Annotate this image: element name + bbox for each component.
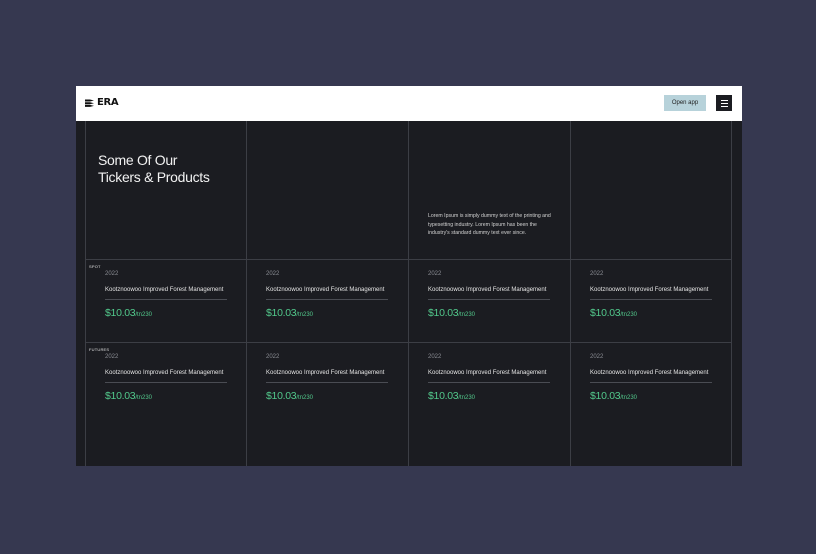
hamburger-menu-icon-bar <box>720 102 728 104</box>
grid-divider <box>85 121 86 466</box>
card-price-unit: /tn230 <box>458 311 476 318</box>
open-app-button[interactable]: Open app <box>664 95 706 111</box>
grid-divider <box>408 121 409 466</box>
card-product-name: Kootznoowoo Improved Forest Management <box>590 287 709 293</box>
section-title-line-1: Some Of Our <box>98 152 178 168</box>
card-price: $10.03/tn230 <box>105 307 227 319</box>
card-price: $10.03/tn230 <box>266 307 388 319</box>
card-price-amount: $10.03 <box>428 306 459 319</box>
card-product-name: Kootznoowoo Improved Forest Management <box>428 287 547 293</box>
card-price: $10.03/tn230 <box>266 390 388 402</box>
product-card[interactable]: 2022 Kootznoowoo Improved Forest Managem… <box>590 354 712 402</box>
card-price: $10.03/tn230 <box>428 307 550 319</box>
page-frame: ERA Open app Some Of Our Tickers & Produ… <box>76 86 742 466</box>
card-divider <box>428 381 550 383</box>
grid-divider <box>570 121 571 466</box>
card-price-unit: /tn230 <box>135 311 153 318</box>
card-price: $10.03/tn230 <box>590 307 712 319</box>
card-price-amount: $10.03 <box>428 389 459 402</box>
card-price-unit: /tn230 <box>135 394 153 401</box>
section-title-line-2: Tickers & Products <box>98 169 210 185</box>
product-card[interactable]: 2022 Kootznoowoo Improved Forest Managem… <box>428 354 550 402</box>
product-card[interactable]: 2022 Kootznoowoo Improved Forest Managem… <box>105 354 227 402</box>
card-product-name: Kootznoowoo Improved Forest Management <box>105 287 224 293</box>
card-product-name: Kootznoowoo Improved Forest Management <box>428 370 547 376</box>
card-year: 2022 <box>105 271 119 277</box>
card-product-name: Kootznoowoo Improved Forest Management <box>105 370 224 376</box>
card-divider <box>590 381 712 383</box>
card-year: 2022 <box>428 354 442 360</box>
section-title: Some Of Our Tickers & Products <box>98 152 210 186</box>
card-price-unit: /tn230 <box>620 394 638 401</box>
card-price-unit: /tn230 <box>296 394 314 401</box>
product-card[interactable]: 2022 Kootznoowoo Improved Forest Managem… <box>590 271 712 319</box>
grid-divider <box>85 342 732 343</box>
grid-divider <box>85 259 732 260</box>
card-product-name: Kootznoowoo Improved Forest Management <box>590 370 709 376</box>
card-divider <box>590 298 712 300</box>
card-product-name: Kootznoowoo Improved Forest Management <box>266 287 385 293</box>
logo-text: ERA <box>97 97 119 108</box>
card-divider <box>105 381 227 383</box>
card-price-unit: /tn230 <box>296 311 314 318</box>
card-price-amount: $10.03 <box>266 389 297 402</box>
product-card[interactable]: 2022 Kootznoowoo Improved Forest Managem… <box>266 354 388 402</box>
card-year: 2022 <box>105 354 119 360</box>
card-price-amount: $10.03 <box>105 389 136 402</box>
card-product-name: Kootznoowoo Improved Forest Management <box>266 370 385 376</box>
era-logo-icon <box>85 99 94 107</box>
card-divider <box>105 298 227 300</box>
top-navbar: ERA Open app <box>76 86 742 121</box>
card-divider <box>428 298 550 300</box>
card-price: $10.03/tn230 <box>428 390 550 402</box>
card-year: 2022 <box>266 354 280 360</box>
card-year: 2022 <box>266 271 280 277</box>
card-price-amount: $10.03 <box>590 389 621 402</box>
product-card[interactable]: 2022 Kootznoowoo Improved Forest Managem… <box>428 271 550 319</box>
card-price-unit: /tn230 <box>620 311 638 318</box>
product-card[interactable]: 2022 Kootznoowoo Improved Forest Managem… <box>105 271 227 319</box>
card-divider <box>266 298 388 300</box>
hamburger-menu-icon <box>720 99 728 101</box>
hamburger-menu-button[interactable] <box>716 95 732 111</box>
card-price-amount: $10.03 <box>105 306 136 319</box>
card-price: $10.03/tn230 <box>105 390 227 402</box>
product-card[interactable]: 2022 Kootznoowoo Improved Forest Managem… <box>266 271 388 319</box>
grid-divider <box>246 121 247 466</box>
card-year: 2022 <box>590 271 604 277</box>
row-label-futures: FUTURES <box>89 347 110 352</box>
section-description: Lorem Ipsum is simply dummy text of the … <box>428 213 551 236</box>
card-price: $10.03/tn230 <box>590 390 712 402</box>
grid-divider <box>731 121 732 466</box>
card-year: 2022 <box>590 354 604 360</box>
row-label-spot: SPOT <box>89 264 101 269</box>
card-price-amount: $10.03 <box>266 306 297 319</box>
card-price-unit: /tn230 <box>458 394 476 401</box>
card-year: 2022 <box>428 271 442 277</box>
era-logo[interactable]: ERA <box>85 97 119 108</box>
hamburger-menu-icon-bar <box>720 105 728 107</box>
card-divider <box>266 381 388 383</box>
card-price-amount: $10.03 <box>590 306 621 319</box>
